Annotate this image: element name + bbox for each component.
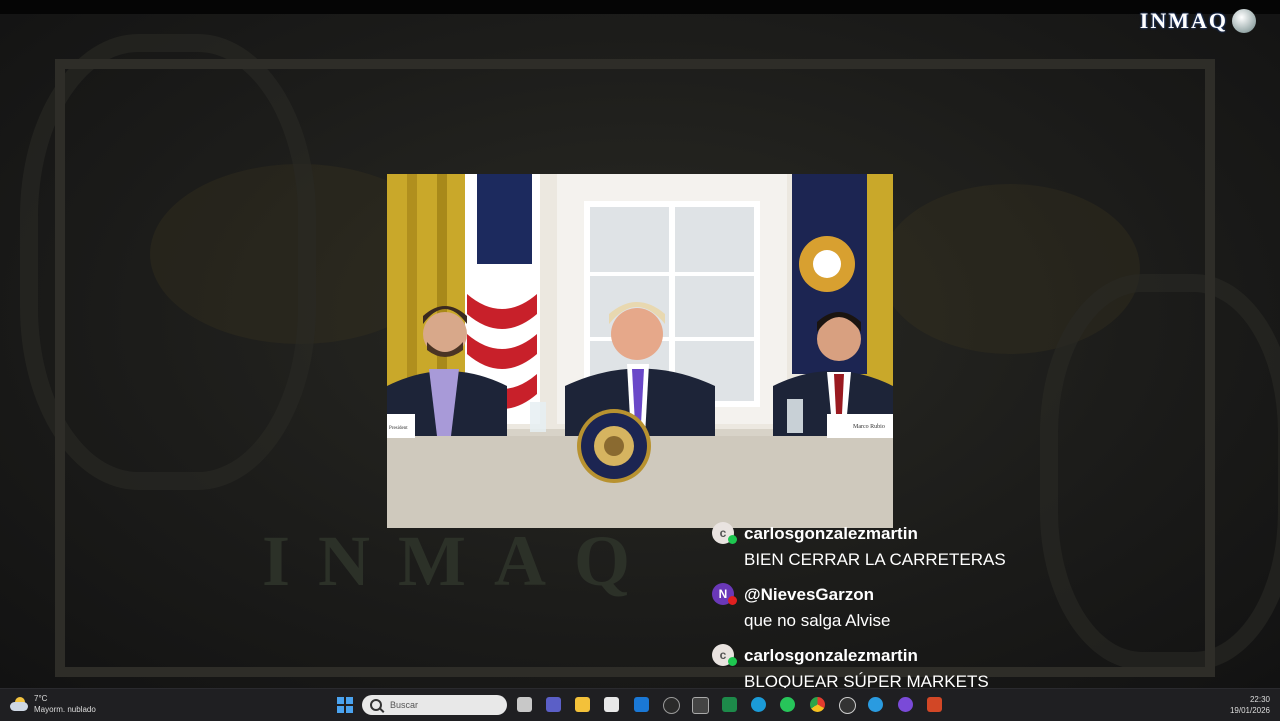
teams-icon[interactable]: [546, 697, 561, 712]
chat-username: @NievesGarzon: [744, 585, 874, 604]
edge-icon[interactable]: [751, 697, 766, 712]
nameplate-left-text: President: [389, 426, 408, 431]
powerpoint-icon[interactable]: [927, 697, 942, 712]
platform-badge-icon: [728, 657, 737, 666]
windows-start-icon[interactable]: [337, 697, 353, 713]
telegram-icon[interactable]: [868, 697, 883, 712]
chat-text: que no salga Alvise: [744, 611, 891, 630]
clock-time: 22:30: [1249, 695, 1270, 704]
chrome-icon[interactable]: [810, 697, 825, 712]
platform-badge-icon: [728, 535, 737, 544]
obs-icon[interactable]: [839, 697, 856, 714]
live-chat-overlay: c carlosgonzalezmartin BIEN CERRAR LA CA…: [704, 518, 1124, 701]
windows-taskbar: 7°C Mayorm. nublado Buscar 22:30 19/01/2…: [0, 688, 1280, 721]
app-icon[interactable]: [692, 697, 709, 714]
news-photo: President Marco Rubio: [387, 174, 893, 528]
outlook-icon[interactable]: [634, 697, 649, 712]
chat-text: BIEN CERRAR LA CARRETERAS: [744, 550, 1006, 569]
task-view-icon[interactable]: [517, 697, 532, 712]
photo-illustration: President Marco Rubio: [387, 174, 893, 528]
presidential-seal: [577, 409, 651, 483]
cloud-sun-icon: [10, 697, 28, 711]
clock-date: 19/01/2026: [1229, 706, 1270, 715]
globe-icon: [1232, 9, 1256, 33]
logo-text: INMAQ: [1139, 8, 1228, 33]
nameplate-right-text: Marco Rubio: [853, 424, 885, 430]
chat-message: c carlosgonzalezmartin BIEN CERRAR LA CA…: [704, 518, 1124, 579]
glass-left: [530, 402, 546, 432]
channel-logo: INMAQ: [1140, 8, 1256, 34]
glass-right: [787, 399, 803, 433]
whatsapp-icon[interactable]: [780, 697, 795, 712]
weather-temp: 7°C: [34, 694, 48, 703]
platform-badge-icon: [728, 596, 737, 605]
background-watermark: INMAQ: [262, 521, 658, 601]
store-icon[interactable]: [604, 697, 619, 712]
app-purple-icon[interactable]: [898, 697, 913, 712]
search-placeholder: Buscar: [390, 700, 419, 710]
taskbar-search[interactable]: Buscar: [362, 695, 507, 715]
excel-icon[interactable]: [722, 697, 737, 712]
file-explorer-icon[interactable]: [575, 697, 590, 712]
window-top-bar: [0, 0, 1280, 14]
search-icon: [370, 699, 382, 711]
taskbar-clock[interactable]: 22:30 19/01/2026: [1230, 694, 1270, 716]
chat-message: N @NievesGarzon que no salga Alvise: [704, 579, 1124, 640]
weather-widget[interactable]: 7°C Mayorm. nublado: [10, 693, 96, 715]
chat-username: carlosgonzalezmartin: [744, 524, 918, 543]
weather-desc: Mayorm. nublado: [34, 705, 96, 714]
chat-username: carlosgonzalezmartin: [744, 646, 918, 665]
chatgpt-icon[interactable]: [663, 697, 680, 714]
